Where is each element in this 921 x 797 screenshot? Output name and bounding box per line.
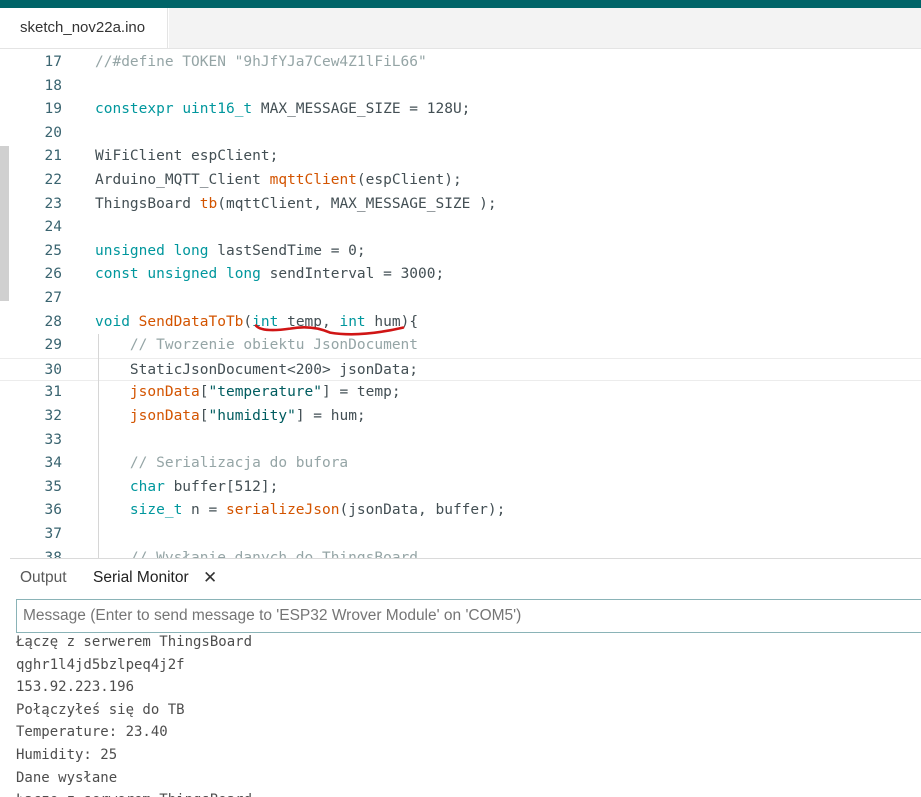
serial-output-line: 153.92.223.196 bbox=[16, 679, 135, 696]
code-line-29[interactable]: 29 // Tworzenie obiektu JsonDocument bbox=[0, 334, 921, 357]
code-text: // Tworzenie obiektu JsonDocument bbox=[129, 337, 419, 354]
code-text: const unsigned long sendInterval = 3000; bbox=[95, 266, 445, 283]
serial-output-line: Łączę z serwerem ThingsBoard bbox=[16, 789, 252, 797]
line-number: 18 bbox=[44, 77, 62, 94]
line-number: 22 bbox=[44, 172, 62, 188]
code-text: Arduino_MQTT_Client mqttClient(espClient… bbox=[95, 172, 462, 188]
code-line-27[interactable]: 27 bbox=[0, 287, 921, 310]
line-number: 28 bbox=[44, 313, 62, 330]
serial-output-line: Humidity: 25 bbox=[16, 747, 118, 763]
line-number: 29 bbox=[44, 337, 62, 354]
code-line-21[interactable]: 21 WiFiClient espClient; bbox=[0, 145, 921, 168]
tab-serial-monitor[interactable]: Serial Monitor bbox=[93, 559, 189, 597]
code-text: unsigned long lastSendTime = 0; bbox=[95, 242, 366, 259]
code-line-28[interactable]: 28 void SendDataToTb(int temp, int hum){ bbox=[0, 311, 921, 334]
code-line-36[interactable]: 36 size_t n = serializeJson(jsonData, bu… bbox=[0, 499, 921, 522]
serial-output-line: qghr1l4jd5bzlpeq4j2f bbox=[16, 656, 185, 673]
line-number: 33 bbox=[44, 431, 62, 448]
tab-output[interactable]: Output bbox=[20, 559, 67, 597]
editor-tab-strip: sketch_nov22a.ino bbox=[0, 8, 921, 49]
line-number: 38 bbox=[44, 549, 62, 558]
line-number: 30 bbox=[44, 361, 62, 378]
line-number: 23 bbox=[44, 195, 62, 212]
serial-output-line: Łączę z serwerem ThingsBoard bbox=[16, 634, 253, 650]
line-number: 20 bbox=[44, 124, 62, 141]
line-number: 36 bbox=[44, 502, 62, 519]
serial-output-line: Dane wysłane bbox=[16, 769, 118, 786]
code-text: void SendDataToTb(int temp, int hum){ bbox=[95, 313, 419, 330]
code-line-33[interactable]: 33 bbox=[0, 429, 921, 452]
code-line-31[interactable]: 31 jsonData["temperature"] = temp; bbox=[0, 381, 921, 404]
code-line-32[interactable]: 32 jsonData["humidity"] = hum; bbox=[0, 405, 921, 428]
line-number: 27 bbox=[44, 290, 62, 306]
code-line-17[interactable]: 17 //#define TOKEN "9hJfYJa7Cew4Z1lFiL66" bbox=[0, 51, 921, 74]
line-number: 32 bbox=[44, 408, 62, 424]
line-number: 19 bbox=[44, 101, 62, 118]
code-text: //#define TOKEN "9hJfYJa7Cew4Z1lFiL66" bbox=[95, 54, 427, 70]
code-line-23[interactable]: 23 ThingsBoard tb(mqttClient, MAX_MESSAGE… bbox=[0, 193, 921, 216]
code-line-25[interactable]: 25 unsigned long lastSendTime = 0; bbox=[0, 240, 921, 263]
indent-guide bbox=[98, 334, 99, 558]
line-number: 26 bbox=[44, 266, 62, 283]
code-line-37[interactable]: 37 bbox=[0, 523, 921, 546]
code-line-18[interactable]: 18 bbox=[0, 75, 921, 98]
tab-strip-empty bbox=[169, 8, 921, 48]
code-text: WiFiClient espClient; bbox=[95, 148, 279, 165]
line-number: 21 bbox=[44, 148, 62, 165]
code-text: size_t n = serializeJson(jsonData, buffe… bbox=[129, 502, 506, 519]
code-text: jsonData["temperature"] = temp; bbox=[129, 384, 401, 401]
bottom-panel-tabs: Output Serial Monitor ✕ bbox=[10, 559, 921, 597]
code-text: jsonData["humidity"] = hum; bbox=[129, 408, 366, 424]
code-text: // Serializacja do bufora bbox=[129, 455, 349, 472]
line-number: 31 bbox=[44, 384, 62, 401]
line-number: 17 bbox=[44, 54, 62, 70]
line-number: 35 bbox=[44, 478, 62, 495]
serial-monitor-output: Łączę z serwerem ThingsBoard qghr1l4jd5bz… bbox=[0, 634, 921, 797]
code-line-20[interactable]: 20 bbox=[0, 122, 921, 145]
code-text: StaticJsonDocument<200> jsonData; bbox=[95, 361, 419, 378]
code-text: constexpr uint16_t MAX_MESSAGE_SIZE = 12… bbox=[95, 101, 471, 118]
code-line-34[interactable]: 34 // Serializacja do bufora bbox=[0, 452, 921, 475]
code-text: // Wysłanie danych do ThingsBoard bbox=[129, 549, 419, 558]
close-icon[interactable]: ✕ bbox=[203, 559, 217, 597]
code-editor[interactable]: 17 //#define TOKEN "9hJfYJa7Cew4Z1lFiL66"… bbox=[0, 49, 921, 558]
line-number: 24 bbox=[44, 219, 62, 236]
code-line-35[interactable]: 35 char buffer[512]; bbox=[0, 476, 921, 499]
code-line-22[interactable]: 22 Arduino_MQTT_Client mqttClient(espClie… bbox=[0, 169, 921, 192]
serial-output-line: Połączyłeś się do TB bbox=[16, 701, 185, 718]
tab-sketch-file[interactable]: sketch_nov22a.ino bbox=[0, 8, 168, 48]
code-line-30[interactable]: 30 StaticJsonDocument<200> jsonData; bbox=[0, 357, 921, 381]
code-line-26[interactable]: 26 const unsigned long sendInterval = 300… bbox=[0, 263, 921, 286]
line-number: 34 bbox=[44, 455, 62, 472]
line-number: 37 bbox=[44, 526, 62, 542]
serial-output-line: Temperature: 23.40 bbox=[16, 724, 168, 741]
serial-message-input[interactable] bbox=[16, 599, 921, 633]
code-line-38[interactable]: 38 // Wysłanie danych do ThingsBoard bbox=[0, 547, 921, 558]
line-number: 25 bbox=[44, 242, 62, 259]
code-text: ThingsBoard tb(mqttClient, MAX_MESSAGE_S… bbox=[95, 195, 497, 212]
code-text: char buffer[512]; bbox=[129, 478, 279, 495]
code-line-24[interactable]: 24 bbox=[0, 216, 921, 239]
code-line-19[interactable]: 19 constexpr uint16_t MAX_MESSAGE_SIZE = … bbox=[0, 98, 921, 121]
window-top-bar bbox=[0, 0, 921, 8]
